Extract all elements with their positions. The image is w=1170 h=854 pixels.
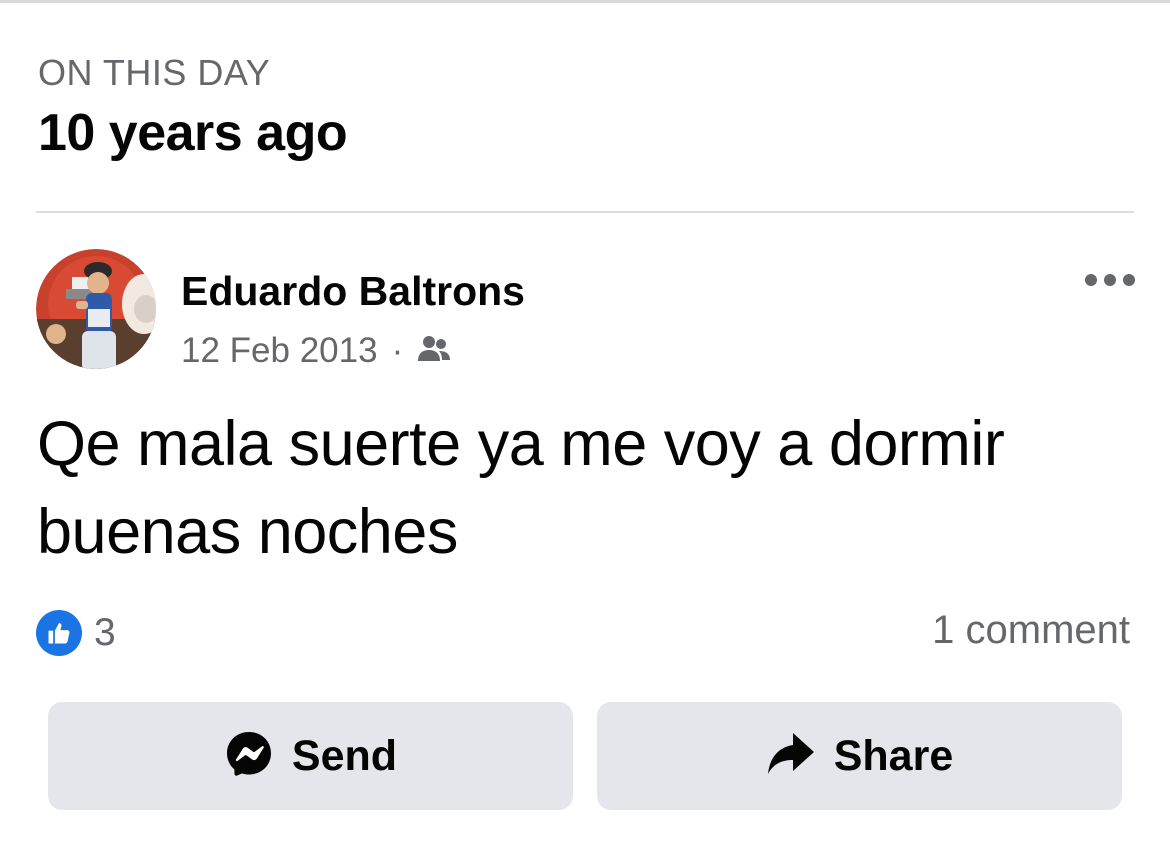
share-button[interactable]: Share [597,702,1122,810]
reaction-count: 3 [94,611,116,654]
post-text: Qe mala suerte ya me voy a dormir buenas… [37,409,1005,567]
divider [36,211,1134,213]
section-title: 10 years ago [38,104,348,162]
more-options-button[interactable] [1080,266,1140,294]
comment-count[interactable]: 1 comment [932,608,1130,653]
share-label: Share [833,731,954,780]
meta-separator: · [391,331,404,370]
section-label: ON THIS DAY [38,52,271,93]
post-meta: 12 Feb 2013 · [181,330,451,372]
top-border [0,0,1170,3]
more-icon [1085,274,1135,286]
reactions-summary[interactable]: 3 [36,610,116,656]
messenger-icon [224,729,274,784]
avatar-photo [36,249,156,369]
like-icon [36,610,82,656]
send-label: Send [291,731,398,780]
friends-icon[interactable] [417,334,451,369]
post-date[interactable]: 12 Feb 2013 [181,331,378,371]
share-arrow-icon [766,731,816,782]
send-button[interactable]: Send [48,702,573,810]
avatar[interactable] [36,249,156,369]
author-name[interactable]: Eduardo Baltrons [181,268,525,315]
